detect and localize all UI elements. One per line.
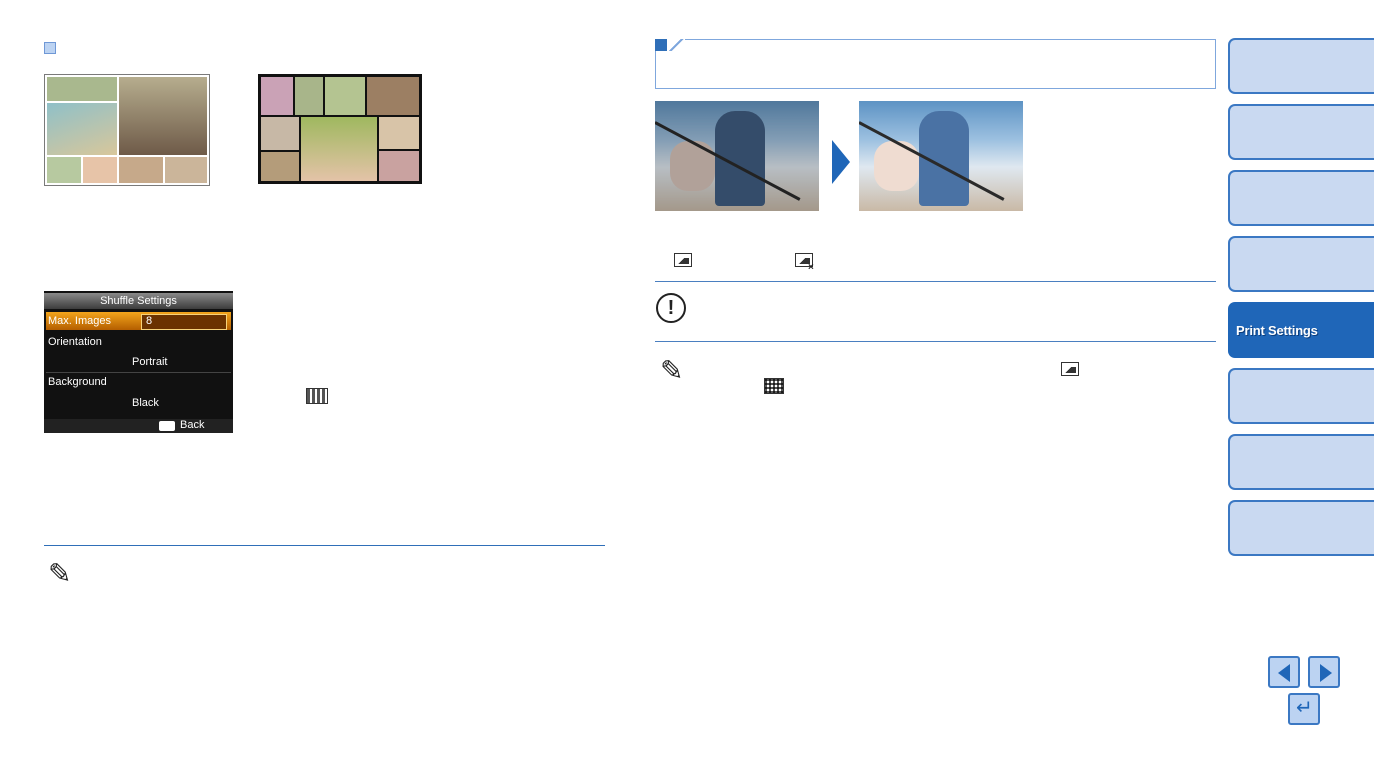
lcd-back-label: Back	[180, 419, 205, 431]
collage-black-background-sample	[258, 74, 422, 184]
return-button[interactable]: ↵	[1288, 693, 1320, 725]
heading-corner	[667, 39, 685, 51]
lcd-background-value: Black	[132, 397, 159, 409]
section-heading-box	[655, 39, 1216, 89]
sidebar-tab-1[interactable]	[1228, 38, 1374, 94]
lcd-orientation-label: Orientation	[48, 336, 102, 348]
image-icon	[674, 253, 692, 267]
shuffle-settings-screen: Shuffle Settings Max. Images 8 Orientati…	[44, 291, 233, 433]
caution-top-divider	[655, 281, 1216, 282]
next-page-button[interactable]	[1308, 656, 1340, 688]
pencil-icon: ✎	[660, 355, 684, 386]
grid-layout-icon	[764, 378, 784, 394]
back-key-icon	[159, 421, 175, 431]
sidebar-tab-print-settings-label: Print Settings	[1236, 322, 1318, 338]
pencil-icon: ✎	[48, 558, 72, 589]
previous-page-button[interactable]	[1268, 656, 1300, 688]
arrow-right-icon	[1320, 664, 1332, 682]
before-photo	[655, 101, 819, 211]
lcd-divider	[46, 372, 231, 373]
sidebar-tab-6[interactable]	[1228, 368, 1374, 424]
caution-bottom-divider	[655, 341, 1216, 342]
lcd-title: Shuffle Settings	[44, 293, 233, 309]
sidebar-tab-print-settings[interactable]: Print Settings	[1228, 302, 1374, 358]
lcd-max-images-value: 8	[146, 315, 153, 327]
sidebar-tab-3[interactable]	[1228, 170, 1374, 226]
arrow-right-icon	[832, 140, 850, 184]
sidebar-tab-7[interactable]	[1228, 434, 1374, 490]
lcd-background-label: Background	[48, 376, 107, 388]
grid-layout-icon	[306, 388, 328, 404]
sidebar-tab-2[interactable]	[1228, 104, 1374, 160]
lcd-bottom-bar: Back	[44, 419, 233, 433]
collage-white-background-sample	[44, 74, 210, 186]
caution-icon: !	[656, 293, 686, 323]
section-bullet	[44, 42, 56, 54]
lcd-value-box	[141, 314, 227, 330]
image-icon	[1061, 362, 1079, 376]
heading-marker	[655, 39, 667, 51]
arrow-left-icon	[1278, 664, 1290, 682]
lcd-orientation-value: Portrait	[132, 356, 168, 368]
lcd-max-images-label: Max. Images	[48, 315, 111, 327]
sidebar-tab-8[interactable]	[1228, 500, 1374, 556]
return-icon: ↵	[1296, 697, 1313, 719]
after-photo	[859, 101, 1023, 211]
x-mark: ×	[808, 262, 814, 273]
sidebar-tab-4[interactable]	[1228, 236, 1374, 292]
note-divider	[44, 545, 605, 546]
